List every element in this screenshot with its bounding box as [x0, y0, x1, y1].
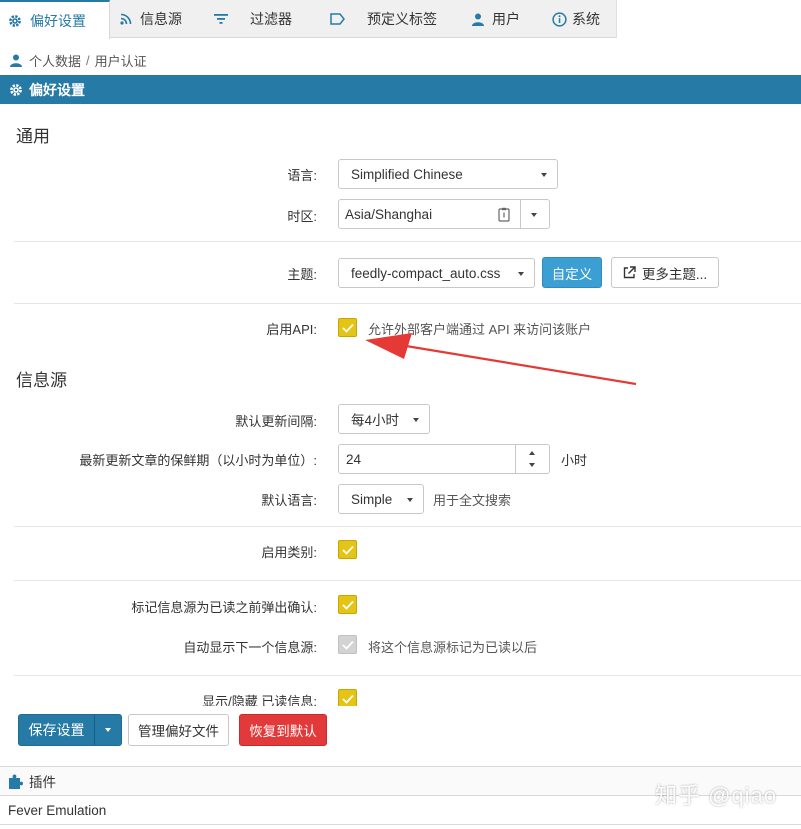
- tab-label: 过滤器: [250, 11, 292, 27]
- timezone-select[interactable]: Asia/Shanghai: [338, 199, 550, 229]
- reset-defaults-button-label: 恢复到默认: [249, 724, 317, 739]
- decrement-icon[interactable]: [529, 463, 535, 467]
- external-link-icon: [623, 266, 636, 279]
- tab-labels[interactable]: 预定义标签: [330, 0, 437, 38]
- freshness-label: 最新更新文章的保鲜期（以小时为单位）:: [79, 453, 317, 468]
- chevron-down-icon: [518, 272, 524, 276]
- user-icon: [472, 13, 484, 26]
- update-interval-value: 每4小时: [351, 413, 400, 428]
- section-heading-general: 通用: [16, 127, 50, 146]
- timezone-select-value: Asia/Shanghai: [345, 206, 433, 222]
- tab-users[interactable]: 用户: [472, 0, 520, 38]
- freshness-value: 24: [346, 451, 362, 467]
- info-icon: [552, 11, 567, 27]
- tab-system[interactable]: 系统: [552, 0, 600, 38]
- timezone-select-divider: [520, 200, 521, 228]
- more-themes-button[interactable]: 更多主题...: [611, 257, 719, 288]
- customize-theme-button-label: 自定义: [551, 266, 593, 282]
- chevron-down-icon: [541, 173, 547, 177]
- annotation-arrow: [365, 333, 637, 386]
- auto-next-feed-label: 自动显示下一个信息源:: [183, 640, 317, 655]
- divider: [14, 526, 801, 527]
- language-select-value: Simplified Chinese: [351, 166, 463, 182]
- show-hide-read-label: 显示/隐藏 已读信息:: [202, 694, 317, 706]
- user-icon: [10, 54, 22, 67]
- increment-icon[interactable]: [529, 451, 535, 455]
- theme-select[interactable]: feedly-compact_auto.css: [338, 258, 535, 288]
- watermark: 知乎 @qiao: [655, 783, 778, 808]
- reset-defaults-button[interactable]: 恢复到默认: [239, 714, 327, 746]
- plugins-title: 插件: [29, 775, 56, 790]
- gear-icon: [8, 14, 22, 28]
- update-interval-label: 默认更新间隔:: [235, 414, 317, 429]
- breadcrumb-personal-data[interactable]: 个人数据: [29, 51, 81, 70]
- manage-profiles-button[interactable]: 管理偏好文件: [128, 714, 229, 746]
- save-button[interactable]: 保存设置: [19, 720, 94, 740]
- breadcrumb: 个人数据 / 用户认证: [0, 46, 147, 74]
- chevron-down-icon: [531, 213, 537, 217]
- tab-feeds[interactable]: 信息源: [120, 0, 182, 38]
- theme-select-value: feedly-compact_auto.css: [351, 265, 501, 281]
- update-interval-select[interactable]: 每4小时: [338, 404, 430, 434]
- default-language-label: 默认语言:: [261, 493, 317, 508]
- gear-icon: [9, 83, 23, 97]
- tab-label: 信息源: [140, 11, 182, 27]
- divider: [14, 675, 801, 676]
- enable-categories-checkbox[interactable]: [338, 540, 357, 559]
- language-select[interactable]: Simplified Chinese: [338, 159, 558, 189]
- tab-filters[interactable]: 过滤器: [214, 0, 292, 38]
- api-label: 启用API:: [266, 322, 317, 337]
- section-heading-feeds: 信息源: [16, 371, 67, 390]
- tab-label: 系统: [572, 11, 600, 27]
- filter-icon: [214, 13, 228, 25]
- language-label: 语言:: [287, 168, 317, 183]
- chevron-down-icon: [407, 498, 413, 502]
- default-language-value: Simple: [351, 491, 393, 507]
- freshness-stepper[interactable]: 24: [338, 444, 550, 474]
- panel-title: 偏好设置: [0, 75, 801, 104]
- divider: [14, 241, 801, 242]
- save-button-group: 保存设置: [18, 714, 122, 746]
- plugin-item-label: Fever Emulation: [8, 803, 107, 818]
- enable-api-checkbox[interactable]: [338, 318, 357, 337]
- show-hide-read-checkbox[interactable]: [338, 689, 357, 706]
- customize-theme-button[interactable]: 自定义: [542, 257, 602, 288]
- chevron-down-icon: [413, 418, 419, 422]
- manage-profiles-button-label: 管理偏好文件: [138, 724, 219, 739]
- divider: [14, 580, 801, 581]
- tab-label: 预定义标签: [367, 11, 437, 27]
- tab-bar-end: [616, 0, 801, 38]
- confirm-mark-read-label: 标记信息源为已读之前弹出确认:: [131, 600, 317, 615]
- more-themes-button-label: 更多主题...: [641, 266, 708, 282]
- timezone-label: 时区:: [287, 209, 317, 224]
- default-language-hint: 用于全文搜索: [433, 493, 512, 508]
- freshness-unit: 小时: [561, 453, 588, 468]
- stepper-divider: [515, 445, 516, 473]
- panel-title-text: 偏好设置: [29, 81, 85, 98]
- tab-bar: 偏好设置 信息源 过滤器 预定义标签 用户 系统: [0, 0, 801, 39]
- save-options-dropdown[interactable]: [95, 715, 121, 745]
- default-language-select[interactable]: Simple: [338, 484, 424, 514]
- auto-next-feed-hint: 将这个信息源标记为已读以后: [368, 640, 538, 655]
- divider: [14, 303, 801, 304]
- preferences-form: 通用 语言: Simplified Chinese 时区: Asia/Shang…: [0, 104, 801, 706]
- tab-label: 偏好设置: [30, 12, 86, 29]
- breadcrumb-auth[interactable]: 用户认证: [95, 51, 147, 70]
- clipboard-icon: [498, 207, 510, 225]
- enable-categories-label: 启用类别:: [261, 545, 317, 560]
- confirm-mark-read-checkbox[interactable]: [338, 595, 357, 614]
- rss-icon: [120, 13, 132, 25]
- tag-icon: [330, 13, 345, 25]
- breadcrumb-separator: /: [86, 52, 90, 68]
- puzzle-icon: [8, 774, 23, 789]
- chevron-down-icon: [105, 728, 111, 732]
- tab-preferences[interactable]: 偏好设置: [0, 0, 110, 39]
- auto-next-feed-checkbox[interactable]: [338, 635, 357, 654]
- theme-label: 主题:: [287, 267, 317, 282]
- tab-label: 用户: [492, 11, 520, 27]
